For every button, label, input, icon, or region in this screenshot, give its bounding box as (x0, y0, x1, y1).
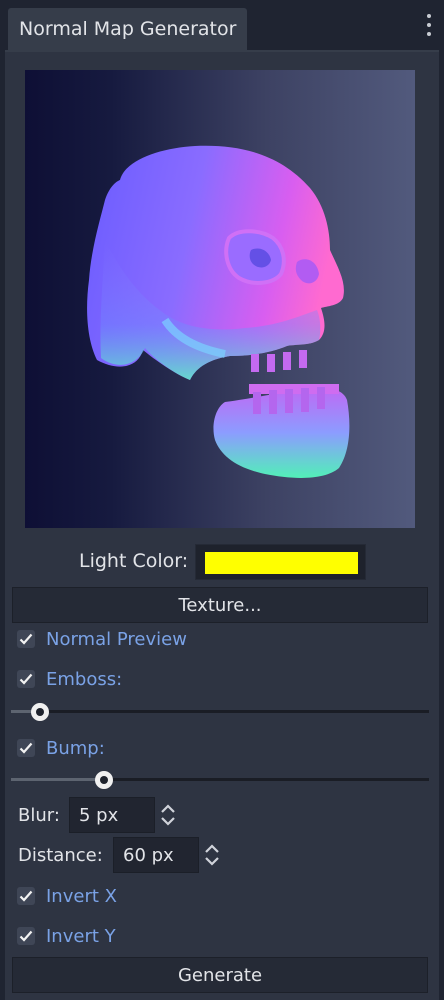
invert-x-label: Invert X (46, 885, 117, 907)
light-color-swatch (205, 552, 358, 574)
emboss-checkbox[interactable]: Emboss: (17, 664, 122, 694)
light-color-row: Light Color: (5, 542, 439, 582)
up-down-arrows-icon[interactable] (159, 803, 177, 827)
distance-label: Distance: (18, 845, 103, 866)
blur-label: Blur: (18, 805, 60, 826)
invert-y-checkbox[interactable]: Invert Y (17, 921, 116, 951)
checkmark-icon (17, 739, 35, 757)
checkmark-icon (17, 630, 35, 648)
checkmark-icon (17, 887, 35, 905)
distance-spinbox[interactable] (113, 837, 199, 873)
slider-fill (11, 778, 104, 781)
bump-checkbox[interactable]: Bump: (17, 733, 105, 763)
light-color-label: Light Color: (79, 550, 189, 572)
bump-label: Bump: (46, 737, 105, 759)
dock-tab-bar: Normal Map Generator (0, 0, 444, 50)
slider-grabber[interactable] (31, 703, 49, 721)
blur-spinbox[interactable] (69, 797, 155, 833)
skull-normal-map-image (87, 145, 350, 478)
distance-row: Distance: (5, 837, 439, 875)
emboss-slider[interactable] (11, 702, 429, 722)
bump-slider[interactable] (11, 770, 429, 790)
kebab-menu-icon[interactable] (426, 14, 432, 42)
checkmark-icon (17, 927, 35, 945)
emboss-label: Emboss: (46, 668, 123, 690)
slider-grabber[interactable] (95, 771, 113, 789)
normal-preview-checkbox[interactable]: Normal Preview (17, 624, 187, 654)
blur-row: Blur: (5, 797, 439, 835)
generator-panel: Light Color: Texture... Normal Preview E… (5, 50, 439, 1000)
tab-title: Normal Map Generator (19, 18, 237, 40)
tab-normal-map-generator[interactable]: Normal Map Generator (8, 8, 247, 50)
normal-preview-label: Normal Preview (46, 628, 187, 650)
normal-map-preview (25, 70, 415, 528)
invert-y-label: Invert Y (46, 925, 116, 947)
invert-x-checkbox[interactable]: Invert X (17, 881, 117, 911)
slider-track (11, 710, 429, 713)
checkmark-icon (17, 670, 35, 688)
light-color-picker-button[interactable] (195, 544, 366, 580)
texture-button[interactable]: Texture... (12, 587, 428, 623)
generate-button[interactable]: Generate (12, 957, 428, 993)
up-down-arrows-icon[interactable] (203, 843, 221, 867)
normal-map-generator-dock: Normal Map Generator Light Color: Textur… (0, 0, 444, 1000)
